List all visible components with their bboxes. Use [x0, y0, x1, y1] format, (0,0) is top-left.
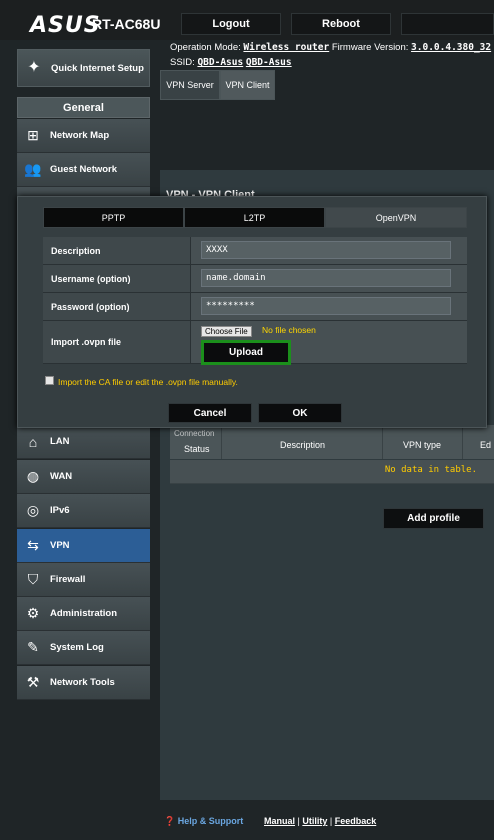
wan-icon: ◍: [26, 468, 40, 484]
ssid-link-1[interactable]: QBD-Asus: [197, 57, 243, 68]
tab-vpn-server[interactable]: VPN Server: [160, 70, 220, 100]
general-section-header: General: [17, 97, 150, 118]
col-edit: Ed: [480, 440, 492, 450]
sidebar-item-lan[interactable]: ⌂ LAN: [17, 425, 150, 459]
upload-button[interactable]: Upload: [201, 340, 291, 365]
sidebar-item-label: LAN: [50, 436, 70, 447]
wand-icon: ✦: [27, 59, 41, 76]
ssid-label: SSID:: [170, 57, 195, 68]
manual-import-checkbox[interactable]: [45, 376, 54, 385]
ipv6-icon: ◎: [26, 502, 40, 518]
username-label: Username (option): [43, 265, 191, 292]
col-description: Description: [280, 440, 326, 450]
empty-table-text: No data in table.: [384, 465, 477, 475]
sidebar-item-label: WAN: [50, 471, 73, 482]
operation-mode-link[interactable]: Wireless router: [243, 42, 329, 53]
firmware-label: Firmware Version:: [331, 42, 409, 53]
table-row: No data in table.: [170, 460, 494, 484]
lan-icon: ⌂: [28, 433, 38, 450]
help-support-link[interactable]: ❓ Help & Support: [164, 816, 243, 827]
footer-links: Manual | Utility | Feedback: [264, 816, 377, 826]
sidebar-item-network-tools[interactable]: ⚒ Network Tools: [17, 666, 150, 700]
sidebar-item-administration[interactable]: ⚙ Administration: [17, 597, 150, 631]
network-tools-icon: ⚒: [26, 674, 40, 690]
sidebar-item-label: Network Map: [50, 130, 110, 141]
router-model: RT-AC68U: [92, 16, 161, 32]
top-bar: ASUS RT-AC68U Logout Reboot: [0, 0, 494, 40]
manual-link[interactable]: Manual: [264, 816, 295, 826]
firmware-link[interactable]: 3.0.0.4.380_32: [411, 42, 491, 53]
ssid-line: SSID: QBD-Asus QBD-Asus: [170, 57, 292, 68]
sidebar-item-vpn[interactable]: ⇆ VPN: [17, 529, 150, 563]
sidebar-item-network-map[interactable]: ⊞ Network Map: [17, 119, 150, 153]
description-label: Description: [43, 237, 191, 264]
sidebar-item-label: VPN: [50, 540, 70, 551]
feedback-link[interactable]: Feedback: [335, 816, 377, 826]
help-icon: ❓: [164, 816, 176, 826]
help-support-label: Help & Support: [177, 816, 244, 826]
asus-logo: ASUS: [30, 13, 101, 38]
vpn-client-table-header: Connection Status Description VPN type E…: [170, 425, 494, 459]
sidebar-item-label: Network Tools: [50, 677, 115, 688]
choose-file-button[interactable]: Choose File: [201, 326, 252, 337]
password-field[interactable]: *********: [201, 297, 451, 315]
col-vpn-type: VPN type: [403, 440, 442, 450]
footer: ❓ Help & Support Manual | Utility | Feed…: [160, 812, 494, 832]
sidebar-item-wan[interactable]: ◍ WAN: [17, 460, 150, 494]
username-field[interactable]: name.domain: [201, 269, 451, 287]
tab-vpn-client[interactable]: VPN Client: [220, 70, 275, 100]
cancel-button[interactable]: Cancel: [168, 403, 252, 423]
import-ovpn-label: Import .ovpn file: [43, 321, 191, 363]
vpn-profile-dialog: PPTP L2TP OpenVPN Description XXXX Usern…: [17, 196, 487, 428]
ok-button[interactable]: OK: [258, 403, 342, 423]
tab-l2tp[interactable]: L2TP: [184, 207, 325, 228]
sidebar-item-ipv6[interactable]: ◎ IPv6: [17, 494, 150, 528]
sidebar-item-label: Firewall: [50, 574, 86, 585]
system-log-icon: ✎: [27, 639, 39, 655]
no-file-text: No file chosen: [262, 325, 316, 335]
sidebar-item-system-log[interactable]: ✎ System Log: [17, 631, 150, 665]
sidebar-item-label: Administration: [50, 608, 118, 619]
quick-internet-setup-label: Quick Internet Setup: [51, 62, 144, 74]
password-row: Password (option) *********: [43, 293, 467, 321]
ssid-link-2[interactable]: QBD-Asus: [246, 57, 292, 68]
username-row: Username (option) name.domain: [43, 265, 467, 293]
sidebar-item-label: Guest Network: [50, 164, 118, 175]
description-row: Description XXXX: [43, 237, 467, 265]
openvpn-form: Description XXXX Username (option) name.…: [43, 237, 467, 365]
sidebar-item-guest-network[interactable]: 👥 Guest Network: [17, 153, 150, 187]
operation-mode-line: Operation Mode: Wireless router Firmware…: [170, 42, 491, 53]
manual-import-checkbox-label[interactable]: Import the CA file or edit the .ovpn fil…: [58, 377, 238, 387]
reboot-button[interactable]: Reboot: [291, 13, 391, 35]
utility-link[interactable]: Utility: [302, 816, 327, 826]
network-map-icon: ⊞: [27, 127, 39, 143]
description-field[interactable]: XXXX: [201, 241, 451, 259]
header-extra-button[interactable]: [401, 13, 494, 35]
sidebar-item-label: IPv6: [50, 505, 70, 516]
operation-mode-label: Operation Mode:: [170, 42, 241, 53]
col-connection: Connection: [174, 429, 215, 438]
administration-icon: ⚙: [26, 605, 40, 621]
add-profile-button[interactable]: Add profile: [383, 508, 484, 529]
col-status: Status: [184, 444, 210, 454]
firewall-icon: ⛉: [27, 571, 39, 587]
vpn-type-tabs: PPTP L2TP OpenVPN: [43, 207, 467, 228]
import-ovpn-row: Import .ovpn file Choose File No file ch…: [43, 321, 467, 365]
sidebar-item-label: System Log: [50, 642, 104, 653]
sidebar-item-firewall[interactable]: ⛉ Firewall: [17, 563, 150, 597]
quick-internet-setup-button[interactable]: ✦ Quick Internet Setup: [17, 49, 150, 87]
logout-button[interactable]: Logout: [181, 13, 281, 35]
guest-network-icon: 👥: [24, 161, 42, 177]
password-label: Password (option): [43, 293, 191, 320]
tab-pptp[interactable]: PPTP: [43, 207, 184, 228]
vpn-icon: ⇆: [27, 537, 39, 553]
tab-openvpn[interactable]: OpenVPN: [325, 207, 467, 228]
